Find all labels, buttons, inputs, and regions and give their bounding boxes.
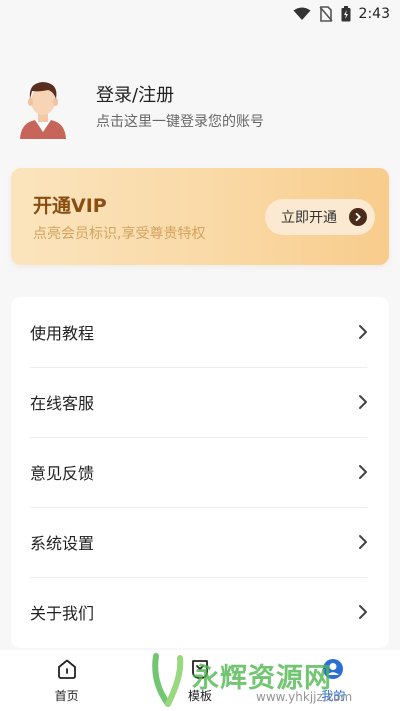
- chevron-right-icon: [359, 325, 367, 339]
- nav-home-label: 首页: [54, 689, 79, 703]
- chevron-right-icon: [349, 208, 367, 226]
- home-icon: [57, 659, 76, 679]
- login-subtitle: 点击这里一键登录您的账号: [96, 114, 264, 130]
- profile-icon: [323, 659, 344, 679]
- default-avatar-icon: [20, 82, 66, 139]
- nav-template-label: 模板: [187, 689, 212, 703]
- template-icon: [192, 660, 208, 679]
- chevron-right-icon: [359, 395, 367, 409]
- menu-item-feedback[interactable]: 意见反馈: [11, 437, 389, 507]
- status-bar: 2:43: [0, 0, 400, 28]
- chevron-right-icon: [359, 605, 367, 619]
- wifi-icon: [293, 7, 311, 21]
- nav-template[interactable]: 模板: [133, 650, 266, 711]
- no-sim-icon: [318, 6, 333, 22]
- nav-home[interactable]: 首页: [0, 650, 133, 711]
- nav-mine[interactable]: 我的: [267, 650, 400, 711]
- vip-open-button-label: 立即开通: [281, 210, 337, 226]
- menu-item-tutorial[interactable]: 使用教程: [11, 297, 389, 367]
- vip-subtitle: 点亮会员标识,享受尊贵特权: [33, 226, 206, 242]
- chevron-right-icon: [359, 535, 367, 549]
- battery-charging-icon: [341, 6, 351, 22]
- nav-mine-label: 我的: [321, 689, 346, 703]
- menu-item-label: 关于我们: [30, 604, 95, 623]
- menu-item-label: 在线客服: [30, 394, 95, 413]
- status-time: 2:43: [358, 6, 390, 22]
- login-title[interactable]: 登录/注册: [96, 85, 264, 107]
- chevron-right-icon: [359, 465, 367, 479]
- vip-card[interactable]: 开通VIP 点亮会员标识,享受尊贵特权 立即开通: [11, 168, 389, 265]
- menu-item-about[interactable]: 关于我们: [11, 577, 389, 647]
- vip-title: 开通VIP: [33, 195, 107, 217]
- bottom-nav: 首页 模板 我的: [0, 650, 400, 711]
- menu-item-label: 使用教程: [30, 324, 95, 343]
- vip-open-button[interactable]: 立即开通: [265, 199, 375, 235]
- menu-item-label: 系统设置: [30, 534, 95, 553]
- settings-menu: 使用教程 在线客服 意见反馈 系统设置 关于我们: [11, 297, 389, 648]
- menu-item-settings[interactable]: 系统设置: [11, 507, 389, 577]
- menu-item-online-service[interactable]: 在线客服: [11, 367, 389, 437]
- login-header[interactable]: 登录/注册 点击这里一键登录您的账号: [18, 76, 382, 140]
- menu-item-label: 意见反馈: [30, 464, 95, 483]
- screen: 2:43 登录/注册 点击这里一键登录您的账号 开通VIP 点亮会员标识,享受尊…: [0, 0, 400, 711]
